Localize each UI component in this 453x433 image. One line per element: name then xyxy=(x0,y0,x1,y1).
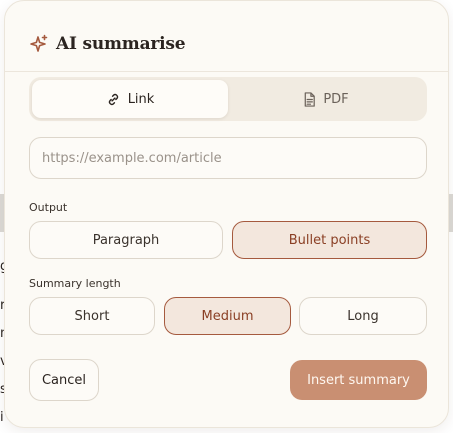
output-bullet-points-button[interactable]: Bullet points xyxy=(232,221,427,259)
length-medium-button[interactable]: Medium xyxy=(164,297,291,335)
link-icon xyxy=(106,92,121,107)
url-input[interactable] xyxy=(29,137,427,179)
tab-link-label: Link xyxy=(127,91,155,107)
background-text-fragment: i xyxy=(0,410,4,425)
ai-summarise-dialog: AI summarise Link PDF https://example.co… xyxy=(4,0,449,428)
output-label: Output xyxy=(29,201,68,214)
dialog-header: AI summarise xyxy=(29,32,186,56)
length-long-button[interactable]: Long xyxy=(299,297,427,335)
summary-length-label: Summary length xyxy=(29,277,121,290)
tab-link[interactable]: Link xyxy=(32,80,228,118)
tab-pdf-label: PDF xyxy=(323,91,349,107)
source-type-tabs: Link PDF xyxy=(29,77,427,121)
document-icon xyxy=(303,91,316,107)
header-divider xyxy=(5,71,448,72)
cancel-button[interactable]: Cancel xyxy=(29,359,99,401)
insert-summary-button[interactable]: Insert summary xyxy=(290,360,427,400)
output-paragraph-button[interactable]: Paragraph xyxy=(29,221,223,259)
length-short-button[interactable]: Short xyxy=(29,297,155,335)
tab-pdf[interactable]: PDF xyxy=(228,80,424,118)
dialog-title: AI summarise xyxy=(56,34,186,54)
sparkle-icon xyxy=(29,34,49,54)
